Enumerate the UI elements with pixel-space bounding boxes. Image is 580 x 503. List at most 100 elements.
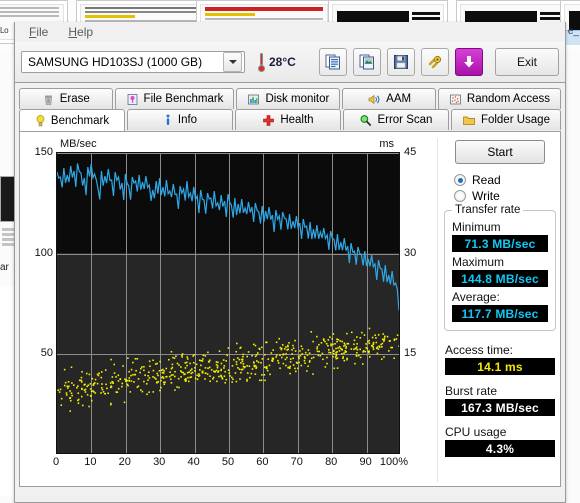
bulb-icon [36, 114, 45, 126]
tab-disk-monitor-label: Disk monitor [265, 93, 330, 105]
y2-axis-tick-label: 45 [404, 146, 417, 158]
bar-chart-icon [248, 94, 260, 104]
tab-info[interactable]: Info [126, 109, 233, 130]
random-access-icon [450, 94, 461, 104]
transfer-rate-title: Transfer rate [452, 204, 524, 216]
application-window: File Help SAMSUNG HD103SJ (1000 GB) 28°C [14, 22, 566, 503]
drive-select-value: SAMSUNG HD103SJ (1000 GB) [28, 55, 203, 69]
access-time-value: 14.1 ms [445, 358, 555, 375]
toolbar: SAMSUNG HD103SJ (1000 GB) 28°C Exit [15, 42, 565, 83]
save-icon[interactable] [387, 48, 415, 76]
trash-icon [44, 95, 52, 105]
y-axis-right-ticks: 15 30 45 [404, 146, 438, 454]
radio-write-indicator[interactable] [454, 190, 466, 202]
x-axis-tick-label: 20 [118, 456, 131, 468]
menu-help[interactable]: Help [58, 23, 103, 41]
chevron-down-icon[interactable] [223, 52, 242, 72]
x-axis-ticks: 0 10 20 30 40 50 60 70 80 90 100% [52, 456, 408, 472]
tab-folder-usage[interactable]: Folder Usage [450, 109, 561, 130]
average-value: 117.7 MB/sec [452, 305, 548, 322]
cpu-usage-value: 4.3% [445, 440, 555, 457]
maximum-value: 144.8 MB/sec [452, 270, 548, 287]
tab-erase[interactable]: Erase [19, 88, 113, 109]
tab-random-access-label: Random Access [466, 93, 550, 105]
burst-rate-value: 167.3 MB/sec [445, 399, 555, 416]
minimum-value: 71.3 MB/sec [452, 235, 548, 252]
tab-file-benchmark[interactable]: File Benchmark [114, 88, 235, 109]
radio-read-indicator[interactable] [454, 174, 466, 186]
y-axis-left-ticks: 50 100 150 [26, 146, 53, 454]
background-left-word: ar [0, 262, 9, 273]
temperature-indicator: 28°C [257, 52, 296, 72]
benchmark-panel: MB/sec ms 50 100 150 15 30 45 0 10 20 30 40 50 60 7… [19, 131, 561, 487]
speaker-icon [368, 94, 380, 104]
radio-write[interactable]: Write [444, 188, 556, 204]
x-axis-tick-label: 60 [256, 456, 269, 468]
transfer-rate-group: Transfer rate Minimum 71.3 MB/sec Maximu… [444, 204, 556, 331]
burst-rate-label: Burst rate [445, 384, 498, 398]
y-axis-tick-label: 150 [34, 146, 53, 158]
start-button[interactable]: Start [455, 140, 545, 164]
copy-icon[interactable] [319, 48, 347, 76]
menu-file[interactable]: File [19, 23, 58, 41]
tab-error-scan[interactable]: Error Scan [342, 109, 449, 130]
x-axis-tick-label: 10 [84, 456, 97, 468]
tab-health-label: Health [280, 114, 314, 126]
drive-select[interactable]: SAMSUNG HD103SJ (1000 GB) [21, 51, 245, 73]
thermometer-icon [257, 52, 266, 72]
download-icon[interactable] [455, 48, 483, 76]
tab-health[interactable]: Health [234, 109, 341, 130]
tab-file-benchmark-label: File Benchmark [143, 93, 224, 105]
y2-axis-tick-label: 15 [404, 347, 417, 360]
tab-aam[interactable]: AAM [342, 88, 436, 109]
tab-benchmark[interactable]: Benchmark [19, 109, 125, 131]
access-time-label: Access time: [445, 343, 514, 357]
x-axis-tick-label: 90 [359, 456, 372, 468]
x-axis-tick-label: 50 [221, 456, 235, 468]
menu-bar: File Help [15, 22, 565, 42]
magnifier-icon [361, 114, 372, 126]
plot-area [56, 152, 400, 454]
x-axis-tick-label: 70 [290, 456, 303, 468]
benchmark-controls: Start Read Write Transfer rate Minimum 7… [444, 140, 556, 457]
radio-write-label: Write [472, 189, 500, 203]
y-axis-tick-label: 50 [40, 347, 53, 360]
y-axis-tick-label: 100 [34, 246, 53, 259]
x-axis-tick-label: 0 [52, 456, 60, 468]
y-axis-unit-left: MB/sec [60, 138, 97, 150]
secondary-stats: Access time: 14.1 ms Burst rate 167.3 MB… [444, 343, 556, 457]
copy-image-icon[interactable] [353, 48, 381, 76]
tab-erase-label: Erase [59, 93, 90, 105]
menu-help-rest: elp [77, 25, 94, 39]
tab-row-secondary: Erase File Benchmark Disk monitor AAM Ra… [19, 88, 561, 109]
radio-read-label: Read [472, 173, 501, 187]
access-time-dots [57, 327, 399, 412]
temperature-value: 28°C [269, 55, 296, 69]
background-right-text: e_ [567, 26, 579, 37]
tab-aam-label: AAM [386, 93, 412, 105]
tab-disk-monitor[interactable]: Disk monitor [236, 88, 341, 109]
tab-benchmark-label: Benchmark [50, 114, 110, 127]
menu-file-rest: ile [36, 25, 49, 39]
info-icon [166, 114, 170, 125]
x-axis-tick-label: 100% [379, 456, 409, 468]
x-axis-tick-label: 80 [325, 456, 338, 468]
tab-random-access[interactable]: Random Access [437, 88, 561, 109]
radio-read[interactable]: Read [444, 172, 556, 188]
cross-icon [263, 114, 275, 126]
tab-row-primary: Benchmark Info Health Error Scan Folder … [19, 109, 561, 131]
minimum-label: Minimum [452, 220, 501, 234]
y2-axis-tick-label: 30 [404, 246, 417, 259]
benchmark-chart: MB/sec ms 50 100 150 15 30 45 0 10 20 30 40 50 60 7… [26, 138, 438, 482]
x-axis-tick-label: 40 [187, 456, 200, 468]
maximum-label: Maximum [452, 255, 505, 269]
folder-icon [463, 116, 475, 125]
x-axis-tick-label: 30 [153, 456, 166, 468]
exit-button[interactable]: Exit [495, 48, 559, 76]
tabs-area: Erase File Benchmark Disk monitor AAM Ra… [15, 83, 565, 131]
link-icon[interactable] [421, 48, 449, 76]
y-axis-unit-right: ms [379, 138, 394, 150]
average-label: Average: [452, 290, 500, 304]
tab-folder-usage-label: Folder Usage [480, 114, 550, 126]
tab-error-scan-label: Error Scan [377, 114, 433, 126]
